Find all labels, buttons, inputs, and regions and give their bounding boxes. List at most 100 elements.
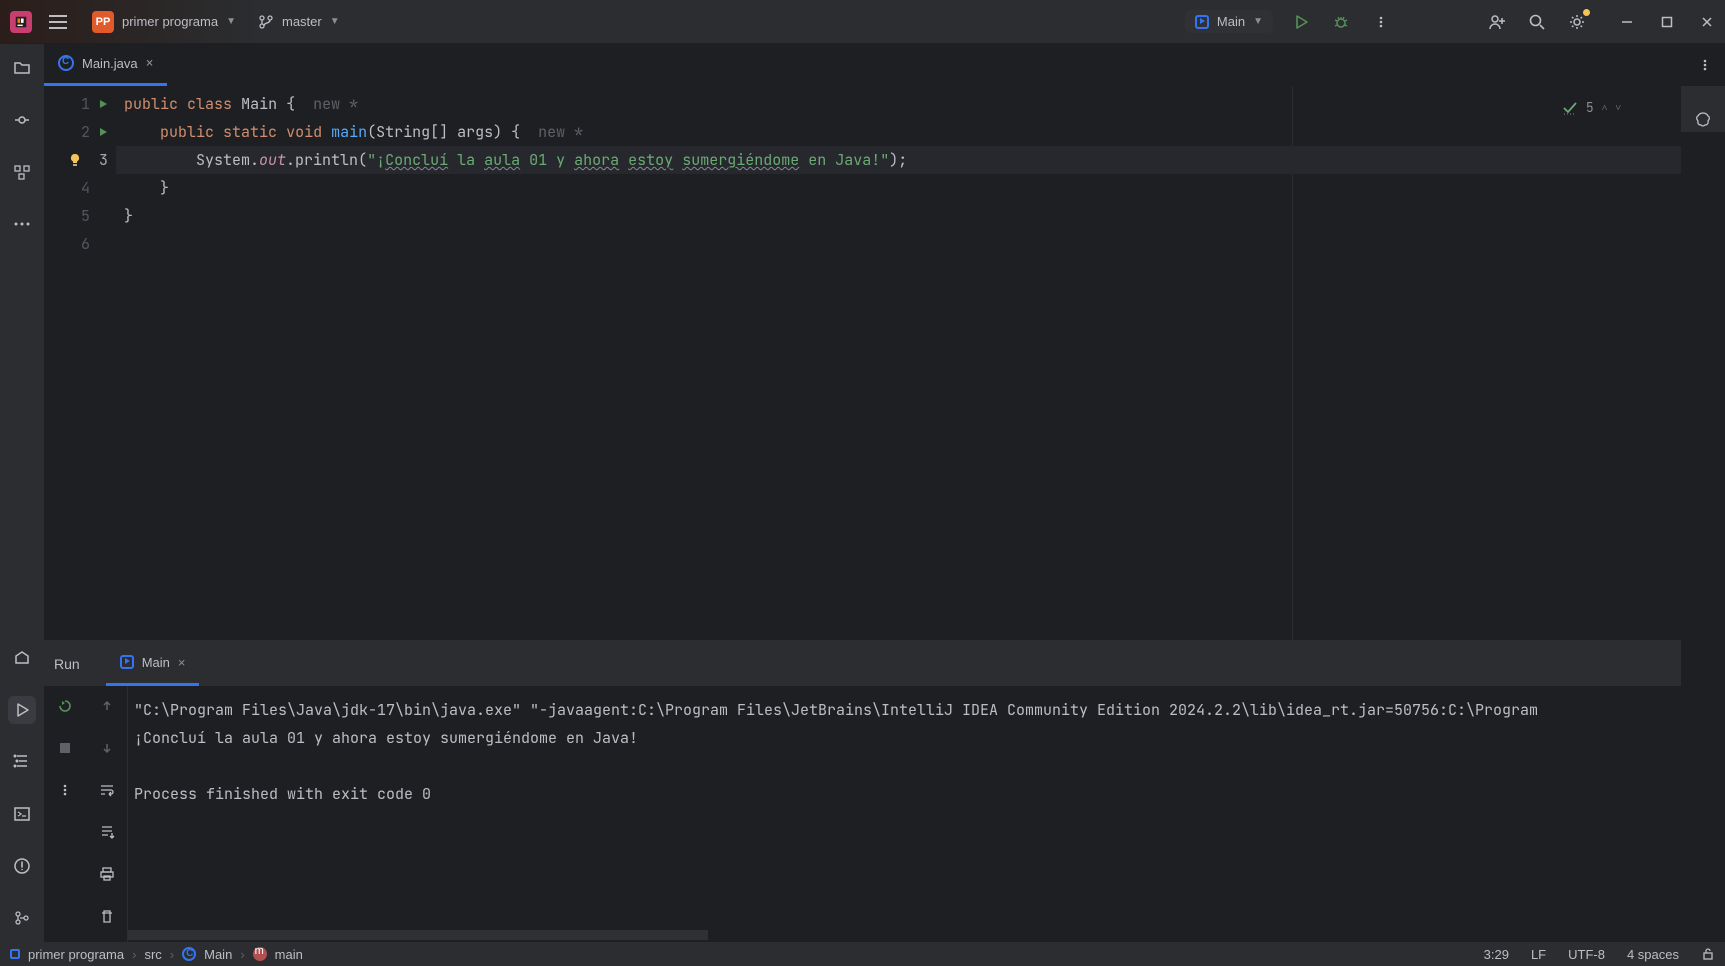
main-area: Main.java × 5 ˄ ˅ 1 2 3 4 5 6 public cla… (44, 44, 1725, 942)
window-controls (1619, 14, 1715, 30)
scroll-down-icon[interactable] (95, 736, 119, 760)
chevron-right-icon: › (132, 947, 136, 962)
chevron-right-icon: › (240, 947, 244, 962)
chevron-down-icon: ▼ (1253, 16, 1263, 27)
run-config-icon (120, 655, 134, 669)
soft-wrap-icon[interactable] (95, 778, 119, 802)
console-output[interactable]: "C:\Program Files\Java\jdk-17\bin\java.e… (128, 686, 1681, 942)
branch-icon (258, 14, 274, 30)
run-tab[interactable]: Main × (106, 641, 200, 686)
crumb[interactable]: primer programa (28, 947, 124, 962)
close-button[interactable] (1699, 14, 1715, 30)
gutter-line[interactable]: 3 (44, 146, 116, 174)
maximize-button[interactable] (1659, 14, 1675, 30)
code-body[interactable]: public class Main { new * public static … (116, 86, 1681, 640)
app-icon (10, 11, 32, 33)
gutter-line[interactable]: 5 (44, 202, 116, 230)
build-tool-button[interactable] (8, 644, 36, 672)
branch-name: master (282, 14, 322, 29)
gutter-run-icon[interactable] (98, 99, 108, 109)
run-body: "C:\Program Files\Java\jdk-17\bin\java.e… (44, 686, 1681, 942)
settings-icon[interactable] (1565, 10, 1589, 34)
print-icon[interactable] (95, 862, 119, 886)
left-tool-strip (0, 44, 44, 942)
gutter-line[interactable]: 6 (44, 230, 116, 258)
rerun-button[interactable] (53, 694, 77, 718)
gutter-line[interactable]: 1 (44, 90, 116, 118)
console-line (134, 752, 1675, 780)
indent[interactable]: 4 spaces (1627, 947, 1679, 962)
minimize-button[interactable] (1619, 14, 1635, 30)
search-icon[interactable] (1525, 10, 1549, 34)
editor-tab-main[interactable]: Main.java × (44, 44, 167, 86)
editor-tabs: Main.java × (44, 44, 1725, 86)
add-user-icon[interactable] (1485, 10, 1509, 34)
run-tab-label: Main (142, 655, 170, 670)
method-icon (253, 947, 267, 961)
title-bar-right: Main ▼ (1185, 10, 1715, 34)
run-config-icon (1195, 15, 1209, 29)
gutter-run-icon[interactable] (98, 127, 108, 137)
java-class-icon (182, 947, 196, 961)
console-line: ¡Concluí la aula 01 y ahora estoy sumerg… (134, 724, 1675, 752)
project-selector[interactable]: PP primer programa ▼ (84, 7, 244, 37)
stop-button[interactable] (53, 736, 77, 760)
run-tool-button[interactable] (8, 696, 36, 724)
more-tools-button[interactable] (8, 210, 36, 238)
run-button[interactable] (1289, 10, 1313, 34)
commit-tool-button[interactable] (8, 106, 36, 134)
chevron-down-icon: ▼ (226, 16, 236, 27)
crumb[interactable]: src (144, 947, 161, 962)
chevron-right-icon: › (170, 947, 174, 962)
status-bar: primer programa › src › Main › main 3:29… (0, 942, 1725, 966)
caret-position[interactable]: 3:29 (1484, 947, 1509, 962)
console-line: "C:\Program Files\Java\jdk-17\bin\java.e… (134, 696, 1675, 724)
run-header: Run Main × (44, 641, 1681, 686)
tab-close-button[interactable]: × (146, 56, 154, 71)
tab-close-button[interactable]: × (178, 655, 186, 670)
tab-filename: Main.java (82, 56, 138, 71)
debug-button[interactable] (1329, 10, 1353, 34)
run-config-selector[interactable]: Main ▼ (1185, 10, 1273, 33)
main-menu-icon[interactable] (46, 10, 70, 34)
scroll-to-end-icon[interactable] (95, 820, 119, 844)
status-right: 3:29 LF UTF-8 4 spaces (1484, 947, 1715, 962)
title-bar: PP primer programa ▼ master ▼ Main ▼ (0, 0, 1725, 44)
run-config-name: Main (1217, 14, 1245, 29)
run-more-button[interactable] (53, 778, 77, 802)
chevron-down-icon: ▼ (330, 16, 340, 27)
gutter-line[interactable]: 4 (44, 174, 116, 202)
vcs-tool-button[interactable] (8, 904, 36, 932)
java-class-icon (58, 55, 74, 71)
module-icon (10, 949, 20, 959)
scroll-up-icon[interactable] (95, 694, 119, 718)
terminal-tool-button[interactable] (8, 800, 36, 828)
clear-icon[interactable] (95, 904, 119, 928)
intention-bulb-icon[interactable] (68, 153, 82, 167)
structure-tool-button[interactable] (8, 158, 36, 186)
readonly-lock-icon[interactable] (1701, 947, 1715, 961)
run-title: Run (54, 656, 80, 672)
crumb[interactable]: main (275, 947, 303, 962)
project-badge: PP (92, 11, 114, 33)
run-tool-window: Run Main × "C:\Program File (44, 640, 1681, 942)
h-scrollbar-thumb[interactable] (128, 930, 708, 940)
git-branch-selector[interactable]: master ▼ (258, 14, 340, 30)
breadcrumb[interactable]: primer programa › src › Main › main (10, 947, 303, 962)
line-separator[interactable]: LF (1531, 947, 1546, 962)
gutter-line[interactable]: 2 (44, 118, 116, 146)
tab-more-button[interactable] (1693, 53, 1717, 77)
crumb[interactable]: Main (204, 947, 232, 962)
project-name: primer programa (122, 14, 218, 29)
run-toolbar-1 (44, 686, 86, 942)
title-bar-left: PP primer programa ▼ master ▼ (10, 7, 340, 37)
editor-gutter: 1 2 3 4 5 6 (44, 86, 116, 640)
services-tool-button[interactable] (8, 748, 36, 776)
run-toolbar-2 (86, 686, 128, 942)
console-line: Process finished with exit code 0 (134, 780, 1675, 808)
project-tool-button[interactable] (8, 54, 36, 82)
problems-tool-button[interactable] (8, 852, 36, 880)
code-editor[interactable]: 5 ˄ ˅ 1 2 3 4 5 6 public class Main { ne… (44, 86, 1681, 640)
more-actions-button[interactable] (1369, 10, 1393, 34)
encoding[interactable]: UTF-8 (1568, 947, 1605, 962)
